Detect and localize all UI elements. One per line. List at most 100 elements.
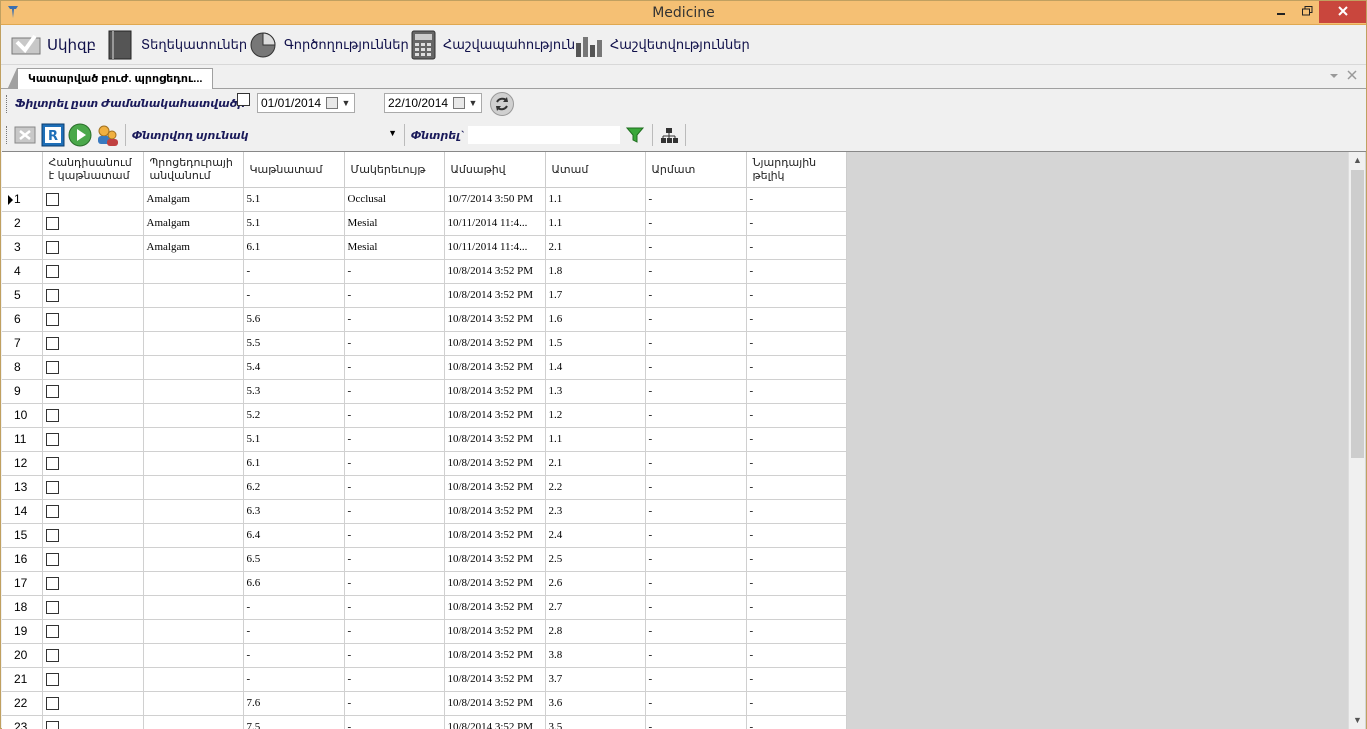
cell-root[interactable]: - — [645, 595, 747, 620]
cell-date[interactable]: 10/8/2014 3:52 PM — [444, 427, 546, 452]
table-row[interactable]: 4- -10/8/2014 3:52 PM 1.8- - — [2, 259, 847, 284]
cell-surf[interactable]: - — [344, 619, 445, 644]
cell-root[interactable]: - — [645, 379, 747, 404]
cell-nerve[interactable]: - — [746, 619, 847, 644]
scroll-up-arrow-icon[interactable]: ▲ — [1349, 152, 1366, 169]
row-header[interactable]: 6 — [2, 307, 43, 332]
cell-root[interactable]: - — [645, 547, 747, 572]
table-row[interactable]: 6 5.6-10/8/2014 3:52 PM 1.6- - — [2, 307, 847, 332]
cell-milk[interactable]: - — [243, 643, 345, 668]
cell-milk[interactable]: - — [243, 283, 345, 308]
column-header[interactable]: Նյարդային թելիկ — [746, 152, 847, 188]
cell-milk[interactable]: 7.5 — [243, 715, 345, 729]
restore-button[interactable] — [1293, 1, 1321, 23]
table-row[interactable]: 16 6.5-10/8/2014 3:52 PM 2.5- - — [2, 547, 847, 572]
chevron-down-icon[interactable]: ▼ — [340, 94, 352, 112]
cell-proc[interactable] — [143, 427, 244, 452]
cell-tooth[interactable]: 1.3 — [545, 379, 646, 404]
cell-date[interactable]: 10/8/2014 3:52 PM — [444, 331, 546, 356]
is-milk-tooth-cell[interactable] — [42, 547, 144, 572]
cell-nerve[interactable]: - — [746, 571, 847, 596]
cell-milk[interactable]: 5.1 — [243, 187, 345, 212]
cell-root[interactable]: - — [645, 619, 747, 644]
vertical-scrollbar[interactable]: ▲ ▼ — [1348, 152, 1365, 729]
table-row[interactable]: 5- -10/8/2014 3:52 PM 1.7- - — [2, 283, 847, 308]
table-row[interactable]: 17 6.6-10/8/2014 3:52 PM 2.6- - — [2, 571, 847, 596]
cell-nerve[interactable]: - — [746, 379, 847, 404]
menu-references-button[interactable]: Տեղեկատուներ — [107, 29, 247, 61]
cell-milk[interactable]: - — [243, 259, 345, 284]
cell-date[interactable]: 10/8/2014 3:52 PM — [444, 307, 546, 332]
cell-nerve[interactable]: - — [746, 595, 847, 620]
cell-nerve[interactable]: - — [746, 499, 847, 524]
cell-milk[interactable]: 5.2 — [243, 403, 345, 428]
cell-root[interactable]: - — [645, 331, 747, 356]
cell-milk[interactable]: 6.6 — [243, 571, 345, 596]
table-row[interactable]: 10 5.2-10/8/2014 3:52 PM 1.2- - — [2, 403, 847, 428]
is-milk-tooth-checkbox[interactable] — [45, 360, 59, 374]
cell-milk[interactable]: 5.1 — [243, 211, 345, 236]
cell-root[interactable]: - — [645, 643, 747, 668]
menu-reports-button[interactable]: Հաշվետվություններ — [574, 29, 750, 61]
cell-root[interactable]: - — [645, 499, 747, 524]
cell-proc[interactable] — [143, 307, 244, 332]
row-header[interactable]: 21 — [2, 667, 43, 692]
cell-milk[interactable]: 7.6 — [243, 691, 345, 716]
is-milk-tooth-cell[interactable] — [42, 331, 144, 356]
search-column-select[interactable]: ▼ — [249, 125, 401, 145]
table-row[interactable]: 9 5.3-10/8/2014 3:52 PM 1.3- - — [2, 379, 847, 404]
table-row[interactable]: 13 6.2-10/8/2014 3:52 PM 2.2- - — [2, 475, 847, 500]
is-milk-tooth-cell[interactable] — [42, 691, 144, 716]
cell-surf[interactable]: Mesial — [344, 211, 445, 236]
search-input[interactable] — [467, 125, 621, 145]
refresh-button[interactable] — [490, 92, 514, 116]
cell-proc[interactable] — [143, 259, 244, 284]
cell-tooth[interactable]: 1.5 — [545, 331, 646, 356]
is-milk-tooth-cell[interactable] — [42, 235, 144, 260]
cell-proc[interactable] — [143, 499, 244, 524]
cell-proc[interactable] — [143, 547, 244, 572]
row-header[interactable]: 12 — [2, 451, 43, 476]
table-row[interactable]: 15 6.4-10/8/2014 3:52 PM 2.4- - — [2, 523, 847, 548]
cell-proc[interactable] — [143, 691, 244, 716]
cell-surf[interactable]: - — [344, 547, 445, 572]
column-header[interactable]: Կաթնատամ — [243, 152, 345, 188]
toolbar-grip[interactable] — [6, 126, 9, 144]
play-icon[interactable] — [68, 123, 92, 147]
is-milk-tooth-checkbox[interactable] — [45, 456, 59, 470]
cell-proc[interactable]: Amalgam — [143, 211, 244, 236]
cell-root[interactable]: - — [645, 211, 747, 236]
date-from-picker[interactable]: 01/01/2014 ▼ — [257, 93, 355, 113]
is-milk-tooth-checkbox[interactable] — [45, 312, 59, 326]
cell-milk[interactable]: 6.5 — [243, 547, 345, 572]
cell-tooth[interactable]: 3.8 — [545, 643, 646, 668]
is-milk-tooth-cell[interactable] — [42, 619, 144, 644]
cell-root[interactable]: - — [645, 355, 747, 380]
cell-tooth[interactable]: 2.5 — [545, 547, 646, 572]
users-icon[interactable] — [96, 123, 120, 147]
is-milk-tooth-cell[interactable] — [42, 571, 144, 596]
cell-tooth[interactable]: 1.4 — [545, 355, 646, 380]
is-milk-tooth-checkbox[interactable] — [45, 720, 59, 729]
row-header[interactable]: 15 — [2, 523, 43, 548]
row-header[interactable]: 5 — [2, 283, 43, 308]
row-header[interactable]: 4 — [2, 259, 43, 284]
table-row[interactable]: 2 Amalgam 5.1 Mesial 10/11/2014 11:4... 1.1- - — [2, 211, 847, 236]
cell-surf[interactable]: - — [344, 355, 445, 380]
is-milk-tooth-checkbox[interactable] — [45, 696, 59, 710]
table-row[interactable]: 7 5.5-10/8/2014 3:52 PM 1.5- - — [2, 331, 847, 356]
cell-tooth[interactable]: 2.8 — [545, 619, 646, 644]
export-icon[interactable]: R — [41, 123, 65, 147]
is-milk-tooth-checkbox[interactable] — [45, 240, 59, 254]
cell-root[interactable]: - — [645, 571, 747, 596]
is-milk-tooth-cell[interactable] — [42, 475, 144, 500]
cell-proc[interactable] — [143, 595, 244, 620]
cell-milk[interactable]: 6.3 — [243, 499, 345, 524]
is-milk-tooth-cell[interactable] — [42, 403, 144, 428]
cell-tooth[interactable]: 1.1 — [545, 427, 646, 452]
tab-performed-procedures[interactable]: Կատարված բուժ. պրոցեդու... — [6, 68, 214, 90]
cell-nerve[interactable]: - — [746, 259, 847, 284]
cell-date[interactable]: 10/8/2014 3:52 PM — [444, 595, 546, 620]
cell-tooth[interactable]: 2.4 — [545, 523, 646, 548]
column-header[interactable]: Ամսաթիվ — [444, 152, 546, 188]
